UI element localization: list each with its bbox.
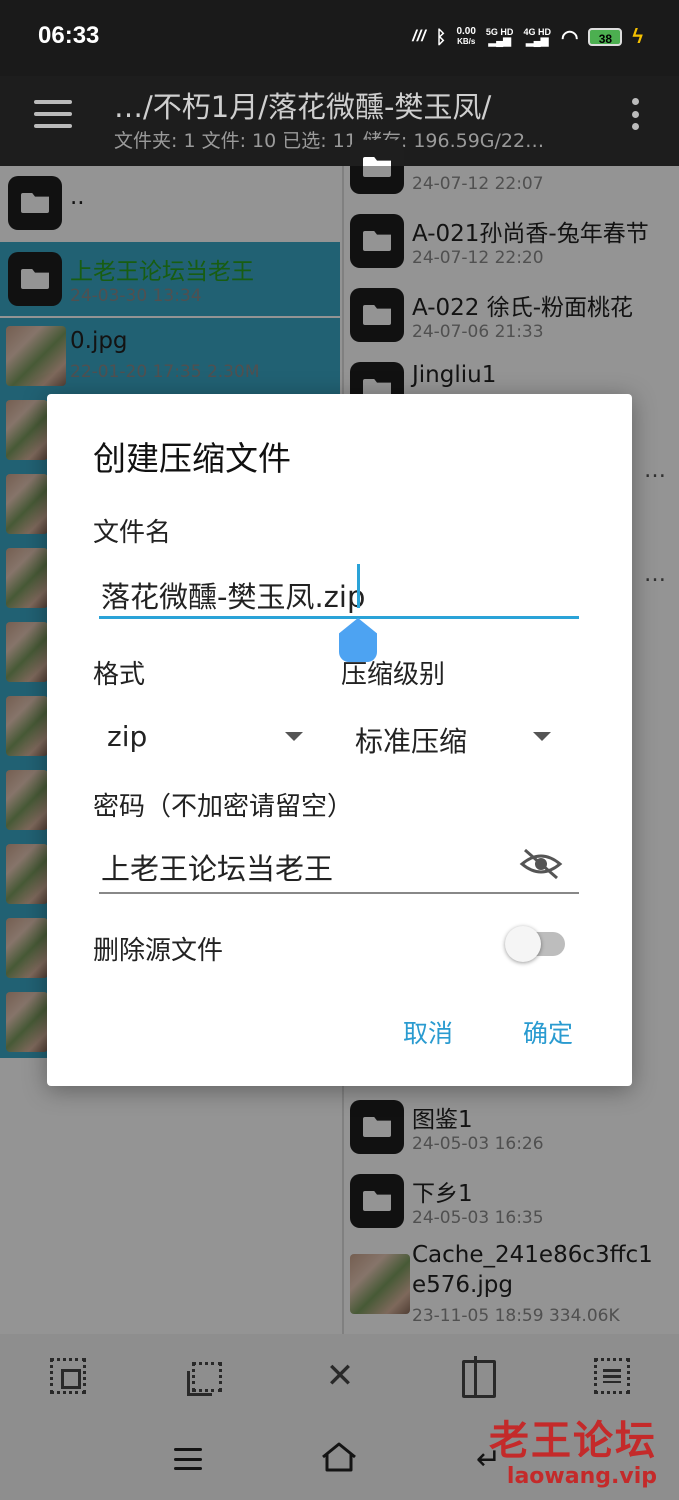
text-cursor — [357, 564, 360, 608]
toggle-thumb — [505, 926, 541, 962]
bluetooth-icon: ᛒ — [435, 26, 447, 47]
nfc-icon: /// — [412, 28, 426, 45]
wifi-icon: ◠ — [560, 26, 579, 49]
create-archive-dialog: 创建压缩文件 文件名 落花微醺-樊玉凤.zip 格式 压缩级别 zip 标准压缩… — [47, 394, 632, 1086]
network-speed-value: 0.00 — [456, 26, 476, 37]
chevron-down-icon — [533, 732, 551, 741]
split-view-icon[interactable] — [458, 1356, 496, 1398]
dialog-title: 创建压缩文件 — [93, 439, 291, 478]
confirm-button[interactable]: 确定 — [523, 1014, 573, 1050]
list-select-icon[interactable] — [594, 1358, 630, 1394]
charging-icon: ϟ — [632, 25, 643, 48]
compression-level-value: 标准压缩 — [355, 725, 468, 758]
copy-icon[interactable] — [187, 1362, 222, 1396]
watermark-sub: laowang.vip — [506, 1464, 657, 1489]
format-value: zip — [107, 720, 148, 753]
delete-source-label: 删除源文件 — [93, 936, 224, 966]
status-time: 06:33 — [38, 22, 100, 49]
close-icon[interactable]: ✕ — [322, 1358, 358, 1394]
menu-icon[interactable] — [34, 100, 72, 128]
more-options-icon[interactable] — [631, 98, 639, 130]
sim2-signal-icon: 4G HD ▂▄▆ — [523, 27, 551, 47]
cancel-button[interactable]: 取消 — [403, 1014, 453, 1050]
filename-label: 文件名 — [93, 518, 172, 548]
watermark-logo: 老王论坛 laowang.vip — [489, 1408, 657, 1489]
home-icon[interactable] — [320, 1440, 358, 1474]
compression-level-label: 压缩级别 — [341, 660, 446, 690]
select-all-icon[interactable] — [50, 1358, 86, 1394]
path-title: …/不朽1月/落花微醺-樊玉凤/ — [114, 90, 492, 124]
status-bar: 06:33 /// ᛒ 0.00 KB/s 5G HD ▂▄▆ 4G HD ▂▄… — [0, 0, 679, 76]
watermark-main: 老王论坛 — [489, 1418, 657, 1464]
password-label: 密码（不加密请留空） — [93, 792, 354, 822]
password-value[interactable]: 上老王论坛当老王 — [101, 846, 333, 888]
filename-underline — [99, 616, 579, 619]
battery-icon: 38 — [588, 28, 623, 46]
status-icons: /// ᛒ 0.00 KB/s 5G HD ▂▄▆ 4G HD ▂▄▆ ◠ 38… — [412, 22, 643, 52]
chevron-down-icon — [285, 732, 303, 741]
filename-value[interactable]: 落花微醺-樊玉凤.zip — [101, 574, 365, 616]
sim1-signal-icon: 5G HD ▂▄▆ — [485, 27, 514, 47]
network-speed-unit: KB/s — [457, 37, 476, 46]
filename-base: 落花微醺-樊玉凤 — [101, 580, 315, 614]
password-underline — [99, 892, 579, 894]
format-label: 格式 — [93, 660, 146, 690]
network-speed: 0.00 KB/s — [456, 27, 475, 47]
recent-apps-icon[interactable] — [174, 1448, 202, 1470]
visibility-off-icon[interactable] — [519, 846, 563, 882]
